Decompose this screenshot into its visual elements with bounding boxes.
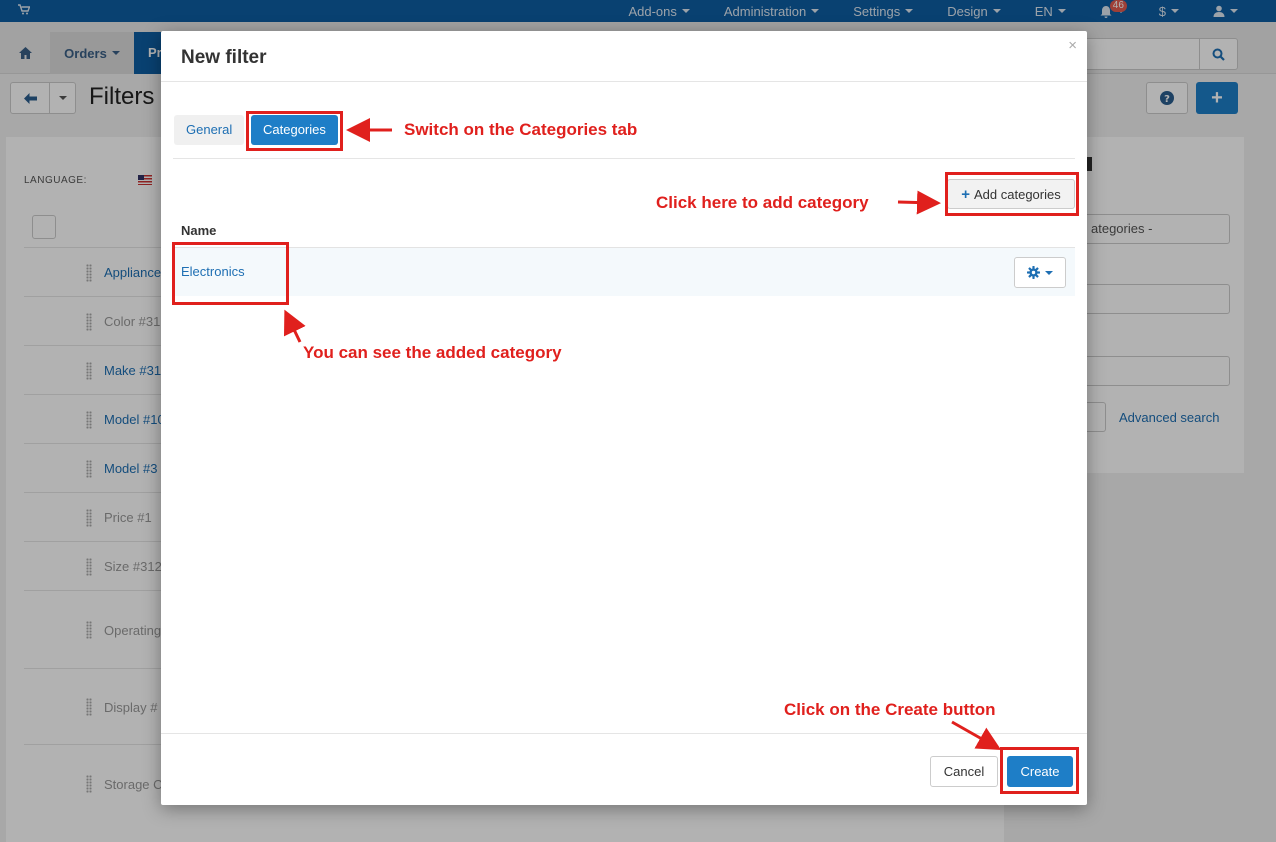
annotation-arrows	[283, 118, 1002, 750]
arrow-to-added-category	[283, 309, 306, 343]
arrow-to-add-categories	[897, 190, 941, 215]
arrow-to-create-button	[951, 720, 1002, 750]
